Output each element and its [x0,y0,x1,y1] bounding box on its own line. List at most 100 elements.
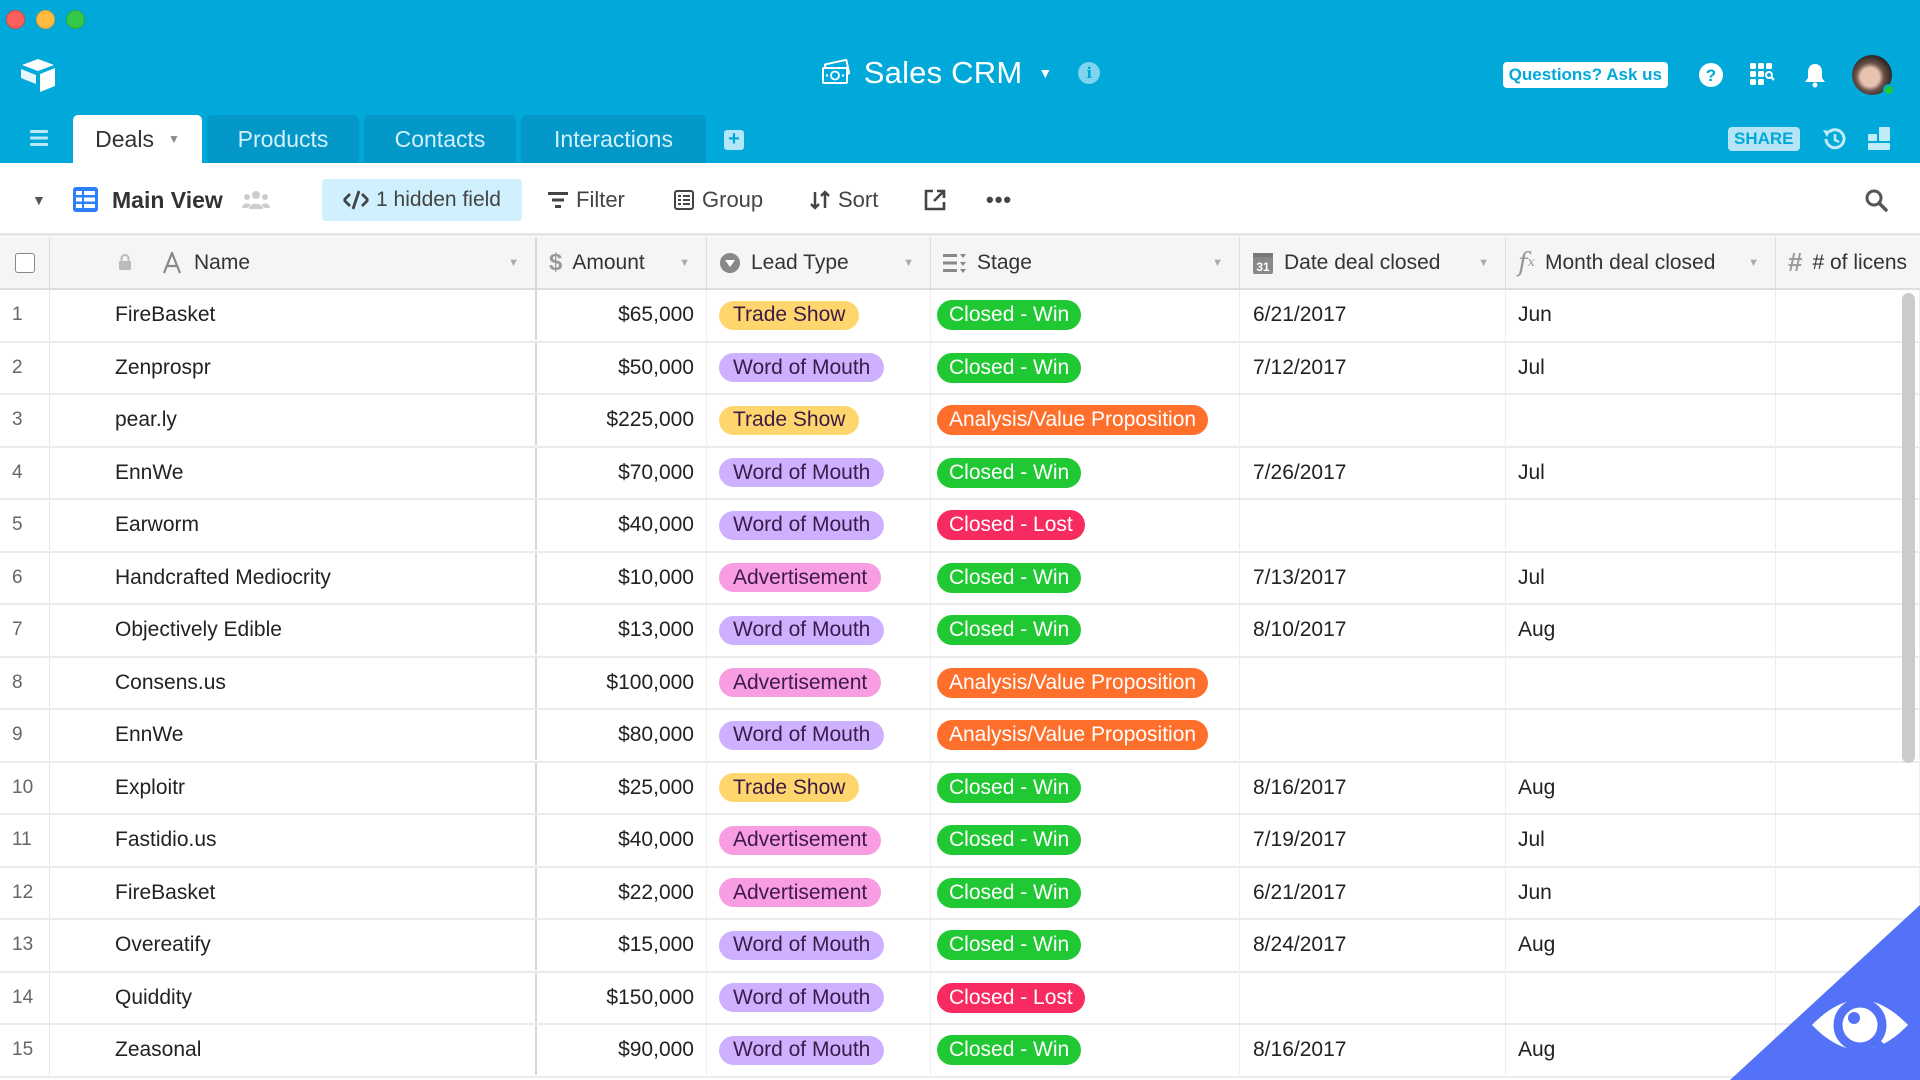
cell-date-deal-closed[interactable] [1240,972,1506,1023]
cell-licenses[interactable] [1776,552,1920,603]
share-view-button[interactable] [924,179,946,221]
cell-amount[interactable]: $22,000 [537,867,707,918]
cell-lead-type[interactable]: Trade Show [707,395,931,445]
column-menu-chevron-icon[interactable]: ▼ [1212,257,1223,269]
search-button[interactable] [1864,179,1888,221]
cell-licenses[interactable] [1776,290,1920,340]
hamburger-menu-icon[interactable] [28,129,50,147]
maximize-window-button[interactable] [66,10,85,29]
cell-amount[interactable]: $40,000 [537,500,707,550]
cell-lead-type[interactable]: Trade Show [707,290,931,340]
cell-stage[interactable]: Closed - Win [931,552,1240,603]
notifications-bell-icon[interactable] [1800,60,1830,90]
tab-interactions[interactable]: Interactions [521,115,706,163]
views-sidebar-toggle-icon[interactable]: ▼ [32,179,46,221]
cell-lead-type[interactable]: Word of Mouth [707,1025,931,1075]
cell-name[interactable]: pear.ly [50,395,537,445]
group-button[interactable]: Group [674,179,763,221]
column-header-licenses[interactable]: # # of licens [1776,237,1920,288]
column-header-lead-type[interactable]: Lead Type ▼ [707,237,931,288]
cell-amount[interactable]: $15,000 [537,920,707,970]
sort-button[interactable]: Sort [810,179,878,221]
cell-date-deal-closed[interactable]: 8/16/2017 [1240,762,1506,813]
cell-name[interactable]: FireBasket [50,867,537,918]
cell-date-deal-closed[interactable]: 8/16/2017 [1240,1025,1506,1075]
table-row[interactable]: 9 EnnWe $80,000 Word of Mouth Analysis/Value… [0,710,1920,763]
cell-stage[interactable]: Closed - Win [931,605,1240,655]
hidden-fields-button[interactable]: 1 hidden field [322,179,522,221]
revision-history-icon[interactable] [1820,125,1848,153]
cell-name[interactable]: Zenprospr [50,342,537,393]
filter-button[interactable]: Filter [548,179,625,221]
share-button[interactable]: SHARE [1728,127,1800,151]
base-title[interactable]: Sales CRM [864,55,1023,91]
cell-licenses[interactable] [1776,710,1920,760]
cell-date-deal-closed[interactable]: 8/10/2017 [1240,605,1506,655]
cell-stage[interactable]: Analysis/Value Proposition [931,657,1240,708]
cell-stage[interactable]: Closed - Win [931,867,1240,918]
cell-stage[interactable]: Closed - Win [931,342,1240,393]
cell-date-deal-closed[interactable]: 7/13/2017 [1240,552,1506,603]
cell-amount[interactable]: $80,000 [537,710,707,760]
cell-licenses[interactable] [1776,342,1920,393]
cell-licenses[interactable] [1776,605,1920,655]
cell-name[interactable]: Exploitr [50,762,537,813]
table-row[interactable]: 11 Fastidio.us $40,000 Advertisement Closed … [0,815,1920,868]
table-row[interactable]: 8 Consens.us $100,000 Advertisement Analysis… [0,657,1920,710]
column-header-stage[interactable]: Stage ▼ [931,237,1240,288]
cell-lead-type[interactable]: Advertisement [707,657,931,708]
cell-name[interactable]: Zeasonal [50,1025,537,1075]
table-row[interactable]: 1 FireBasket $65,000 Trade Show Closed - Win… [0,290,1920,343]
cell-date-deal-closed[interactable]: 7/26/2017 [1240,447,1506,498]
cell-date-deal-closed[interactable]: 8/24/2017 [1240,920,1506,970]
cell-name[interactable]: Fastidio.us [50,815,537,865]
column-menu-chevron-icon[interactable]: ▼ [508,257,519,269]
info-icon[interactable]: i [1078,62,1101,84]
cell-stage[interactable]: Closed - Lost [931,500,1240,550]
cell-lead-type[interactable]: Word of Mouth [707,447,931,498]
cell-stage[interactable]: Closed - Win [931,920,1240,970]
help-icon[interactable]: ? [1696,60,1726,90]
cell-date-deal-closed[interactable] [1240,395,1506,445]
cell-licenses[interactable] [1776,657,1920,708]
cell-stage[interactable]: Closed - Lost [931,972,1240,1023]
cell-amount[interactable]: $150,000 [537,972,707,1023]
cell-name[interactable]: FireBasket [50,290,537,340]
apps-search-icon[interactable] [1748,60,1778,90]
cell-date-deal-closed[interactable]: 6/21/2017 [1240,290,1506,340]
cell-name[interactable]: Overeatify [50,920,537,970]
cell-amount[interactable]: $13,000 [537,605,707,655]
cell-stage[interactable]: Closed - Win [931,290,1240,340]
cell-amount[interactable]: $100,000 [537,657,707,708]
cell-name[interactable]: EnnWe [50,710,537,760]
table-row[interactable]: 13 Overeatify $15,000 Word of Mouth Closed -… [0,920,1920,973]
cell-date-deal-closed[interactable]: 6/21/2017 [1240,867,1506,918]
cell-lead-type[interactable]: Trade Show [707,762,931,813]
cell-name[interactable]: Quiddity [50,972,537,1023]
cell-amount[interactable]: $25,000 [537,762,707,813]
table-row[interactable]: 3 pear.ly $225,000 Trade Show Analysis/Value… [0,395,1920,448]
cell-stage[interactable]: Closed - Win [931,762,1240,813]
cell-licenses[interactable] [1776,762,1920,813]
cell-date-deal-closed[interactable]: 7/12/2017 [1240,342,1506,393]
cell-date-deal-closed[interactable] [1240,710,1506,760]
cell-stage[interactable]: Closed - Win [931,1025,1240,1075]
questions-ask-us-button[interactable]: Questions? Ask us [1502,62,1668,88]
cell-stage[interactable]: Analysis/Value Proposition [931,710,1240,760]
airtable-logo-icon[interactable] [18,56,58,96]
column-header-amount[interactable]: $ Amount ▼ [537,237,707,288]
add-table-plus-icon[interactable]: + [724,129,744,150]
user-avatar[interactable] [1852,55,1895,96]
cell-name[interactable]: Earworm [50,500,537,550]
cell-date-deal-closed[interactable]: 7/19/2017 [1240,815,1506,865]
close-window-button[interactable] [6,10,25,29]
column-menu-chevron-icon[interactable]: ▼ [1478,257,1489,269]
table-row[interactable]: 5 Earworm $40,000 Word of Mouth Closed - Los… [0,500,1920,553]
cell-lead-type[interactable]: Advertisement [707,867,931,918]
tab-products[interactable]: Products [207,115,359,163]
table-row[interactable]: 14 Quiddity $150,000 Word of Mouth Closed - … [0,972,1920,1025]
cell-lead-type[interactable]: Word of Mouth [707,500,931,550]
cell-date-deal-closed[interactable] [1240,500,1506,550]
cell-date-deal-closed[interactable] [1240,657,1506,708]
cell-amount[interactable]: $70,000 [537,447,707,498]
